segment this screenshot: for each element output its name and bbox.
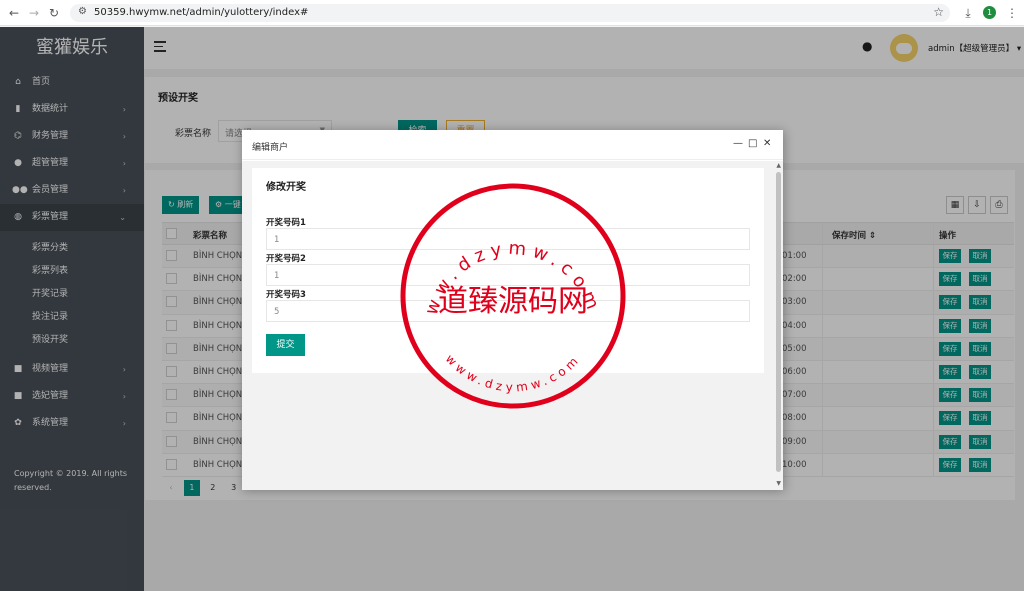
scroll-down-arrow[interactable]: ▼ [776, 480, 781, 487]
minimize-icon[interactable]: — [733, 138, 743, 149]
draw-number-1-input[interactable]: 1 [266, 228, 750, 250]
form-title: 修改开奖 [266, 182, 306, 193]
draw-number-3-input[interactable]: 5 [266, 300, 750, 322]
bookmark-star-icon[interactable]: ☆ [933, 5, 944, 19]
modal-header[interactable]: 编辑商户 — □ ✕ [242, 130, 783, 160]
back-icon[interactable]: ← [6, 5, 22, 21]
draw-number-1-label: 开奖号码1 [266, 218, 306, 228]
modal-body: 修改开奖 开奖号码1 1 开奖号码2 1 开奖号码3 5 提交 [242, 161, 783, 490]
submit-button[interactable]: 提交 [266, 334, 305, 356]
draw-number-3-label: 开奖号码3 [266, 290, 306, 300]
edit-merchant-modal: 编辑商户 — □ ✕ 修改开奖 开奖号码1 1 开奖号码2 1 开奖号码3 5 … [242, 130, 783, 490]
menu-dots-icon[interactable]: ⋮ [1004, 5, 1020, 21]
reload-icon[interactable]: ↻ [46, 5, 62, 21]
draw-form: 修改开奖 开奖号码1 1 开奖号码2 1 开奖号码3 5 提交 [252, 168, 764, 373]
modal-title: 编辑商户 [252, 143, 289, 153]
url-text: 50359.hwymw.net/admin/yulottery/index# [94, 7, 309, 18]
draw-number-2-label: 开奖号码2 [266, 254, 306, 264]
close-icon[interactable]: ✕ [763, 138, 771, 149]
scroll-up-arrow[interactable]: ▲ [776, 162, 781, 169]
browser-toolbar: ← → ↻ ⚙ 50359.hwymw.net/admin/yulottery/… [0, 0, 1024, 26]
extension-badge[interactable]: 1 [983, 6, 996, 19]
maximize-icon[interactable]: □ [748, 138, 757, 149]
download-icon[interactable]: ⤓ [960, 5, 976, 21]
modal-scrollbar[interactable] [776, 172, 781, 472]
site-info-icon[interactable]: ⚙ [78, 6, 87, 17]
address-bar[interactable]: ⚙ 50359.hwymw.net/admin/yulottery/index#… [70, 4, 950, 22]
draw-number-2-input[interactable]: 1 [266, 264, 750, 286]
forward-icon[interactable]: → [26, 5, 42, 21]
